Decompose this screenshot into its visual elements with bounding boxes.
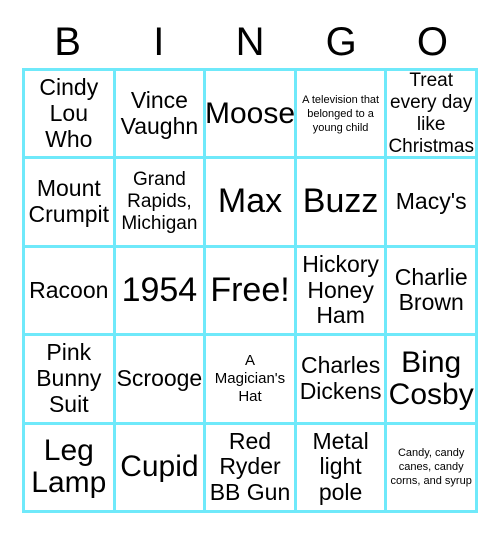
bingo-cell-label: Vince Vaughn bbox=[120, 86, 199, 139]
bingo-cell[interactable]: Cindy Lou Who bbox=[25, 71, 113, 157]
bingo-cell[interactable]: Charles Dickens bbox=[296, 336, 385, 422]
bingo-header-letter-b: B bbox=[54, 20, 81, 64]
bingo-cell[interactable]: Treat every day like Christmas bbox=[387, 71, 475, 157]
bingo-cell-label: A Magician's Hat bbox=[214, 351, 286, 405]
bingo-header-row: B I N G O bbox=[22, 16, 478, 68]
bingo-cell[interactable]: Macy's bbox=[387, 159, 475, 245]
bingo-card: B I N G O Cindy Lou Who Vince Vaughn Moo… bbox=[0, 0, 501, 544]
bingo-cell[interactable]: Cupid bbox=[115, 424, 204, 510]
bingo-cell[interactable]: Metal light pole bbox=[296, 424, 385, 510]
bingo-cell-label: Leg Lamp bbox=[31, 434, 107, 500]
bingo-header-letter-o: O bbox=[416, 20, 448, 64]
bingo-cell[interactable]: A television that belonged to a young ch… bbox=[296, 71, 385, 157]
bingo-cell-label: Pink Bunny Suit bbox=[36, 339, 102, 417]
bingo-cell-label: Candy, candy canes, candy corns, and syr… bbox=[390, 447, 472, 488]
bingo-cell-label: Max bbox=[217, 182, 283, 221]
bingo-cell[interactable]: Buzz bbox=[296, 159, 385, 245]
bingo-cell[interactable]: Leg Lamp bbox=[25, 424, 113, 510]
bingo-cell-label: Moose bbox=[206, 96, 294, 130]
bingo-cell-label: Metal light pole bbox=[312, 427, 369, 506]
bingo-cell[interactable]: Bing Cosby bbox=[387, 336, 475, 422]
bingo-cell[interactable]: A Magician's Hat bbox=[206, 336, 294, 422]
bingo-cell-label: Hickory Honey Ham bbox=[302, 250, 379, 329]
bingo-cell[interactable]: Mount Crumpit bbox=[25, 159, 113, 245]
bingo-cell-label: Charlie Brown bbox=[394, 263, 468, 316]
bingo-cell[interactable]: Pink Bunny Suit bbox=[25, 336, 113, 422]
bingo-cell-label: Macy's bbox=[395, 188, 467, 215]
bingo-cell[interactable]: Grand Rapids, Michigan bbox=[115, 159, 204, 245]
bingo-cell-label: Treat every day like Christmas bbox=[388, 71, 474, 157]
bingo-header-letter-g: G bbox=[325, 20, 357, 64]
bingo-cell[interactable]: Candy, candy canes, candy corns, and syr… bbox=[387, 424, 475, 510]
bingo-cell-label: Mount Crumpit bbox=[28, 175, 110, 228]
bingo-cell-label: Racoon bbox=[29, 276, 109, 303]
bingo-cell[interactable]: 1954 bbox=[115, 247, 204, 334]
bingo-cell[interactable]: Racoon bbox=[25, 247, 113, 334]
bingo-cell-label: Free! bbox=[210, 270, 290, 309]
bingo-grid: Cindy Lou Who Vince Vaughn Moose A telev… bbox=[22, 68, 478, 513]
bingo-header-letter-n: N bbox=[235, 20, 265, 64]
bingo-header-letter-i: I bbox=[153, 20, 165, 64]
bingo-cell-label: Cindy Lou Who bbox=[39, 74, 99, 152]
bingo-cell-label: Charles Dickens bbox=[299, 352, 382, 404]
bingo-cell[interactable]: Charlie Brown bbox=[387, 247, 475, 334]
bingo-cell-label: Grand Rapids, Michigan bbox=[121, 169, 198, 235]
bingo-cell-label: Cupid bbox=[120, 450, 199, 484]
bingo-cell-label: Buzz bbox=[302, 182, 379, 221]
bingo-cell[interactable]: Vince Vaughn bbox=[115, 71, 204, 157]
bingo-cell[interactable]: Red Ryder BB Gun bbox=[206, 424, 294, 510]
bingo-cell[interactable]: Scrooge bbox=[115, 336, 204, 422]
bingo-cell-label: A television that belonged to a young ch… bbox=[302, 93, 380, 134]
bingo-cell-label: Red Ryder BB Gun bbox=[209, 427, 291, 506]
bingo-cell-label: Scrooge bbox=[116, 365, 203, 392]
bingo-cell[interactable]: Moose bbox=[206, 71, 294, 157]
bingo-cell-label: 1954 bbox=[121, 270, 198, 309]
bingo-cell[interactable]: Max bbox=[206, 159, 294, 245]
bingo-cell[interactable]: Hickory Honey Ham bbox=[296, 247, 385, 334]
bingo-cell-free[interactable]: Free! bbox=[206, 247, 294, 334]
bingo-cell-label: Bing Cosby bbox=[388, 345, 474, 411]
